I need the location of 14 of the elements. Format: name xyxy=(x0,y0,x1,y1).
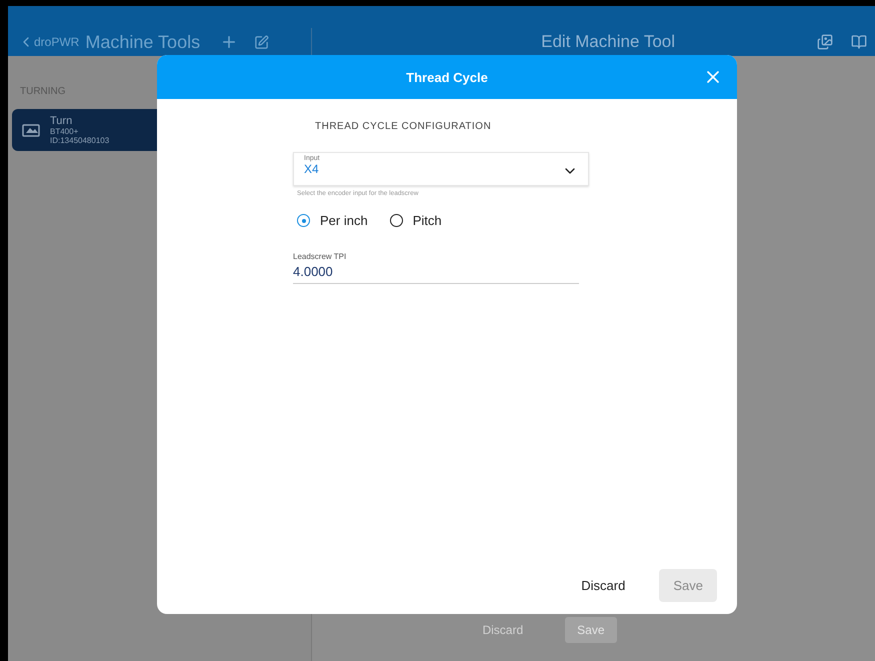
radio-option[interactable]: Pitch xyxy=(390,213,442,228)
radio-option[interactable]: Per inch xyxy=(297,213,368,228)
dialog-title: Thread Cycle xyxy=(406,70,488,84)
item-id: ID:13450480103 xyxy=(50,136,110,145)
sidebar-title: Machine Tools xyxy=(85,32,200,52)
book-icon[interactable] xyxy=(851,34,867,50)
edit-icon[interactable] xyxy=(254,34,270,50)
gallery-icon[interactable] xyxy=(817,34,833,50)
section-heading: THREAD CYCLE CONFIGURATION xyxy=(315,121,492,132)
page-title: Edit Machine Tool xyxy=(541,32,675,52)
tpi-field[interactable]: Leadscrew TPI 4.0000 xyxy=(293,252,579,284)
item-model: BT400+ xyxy=(50,127,80,136)
discard-button[interactable]: Discard xyxy=(567,569,640,602)
item-name: Turn xyxy=(50,115,74,127)
